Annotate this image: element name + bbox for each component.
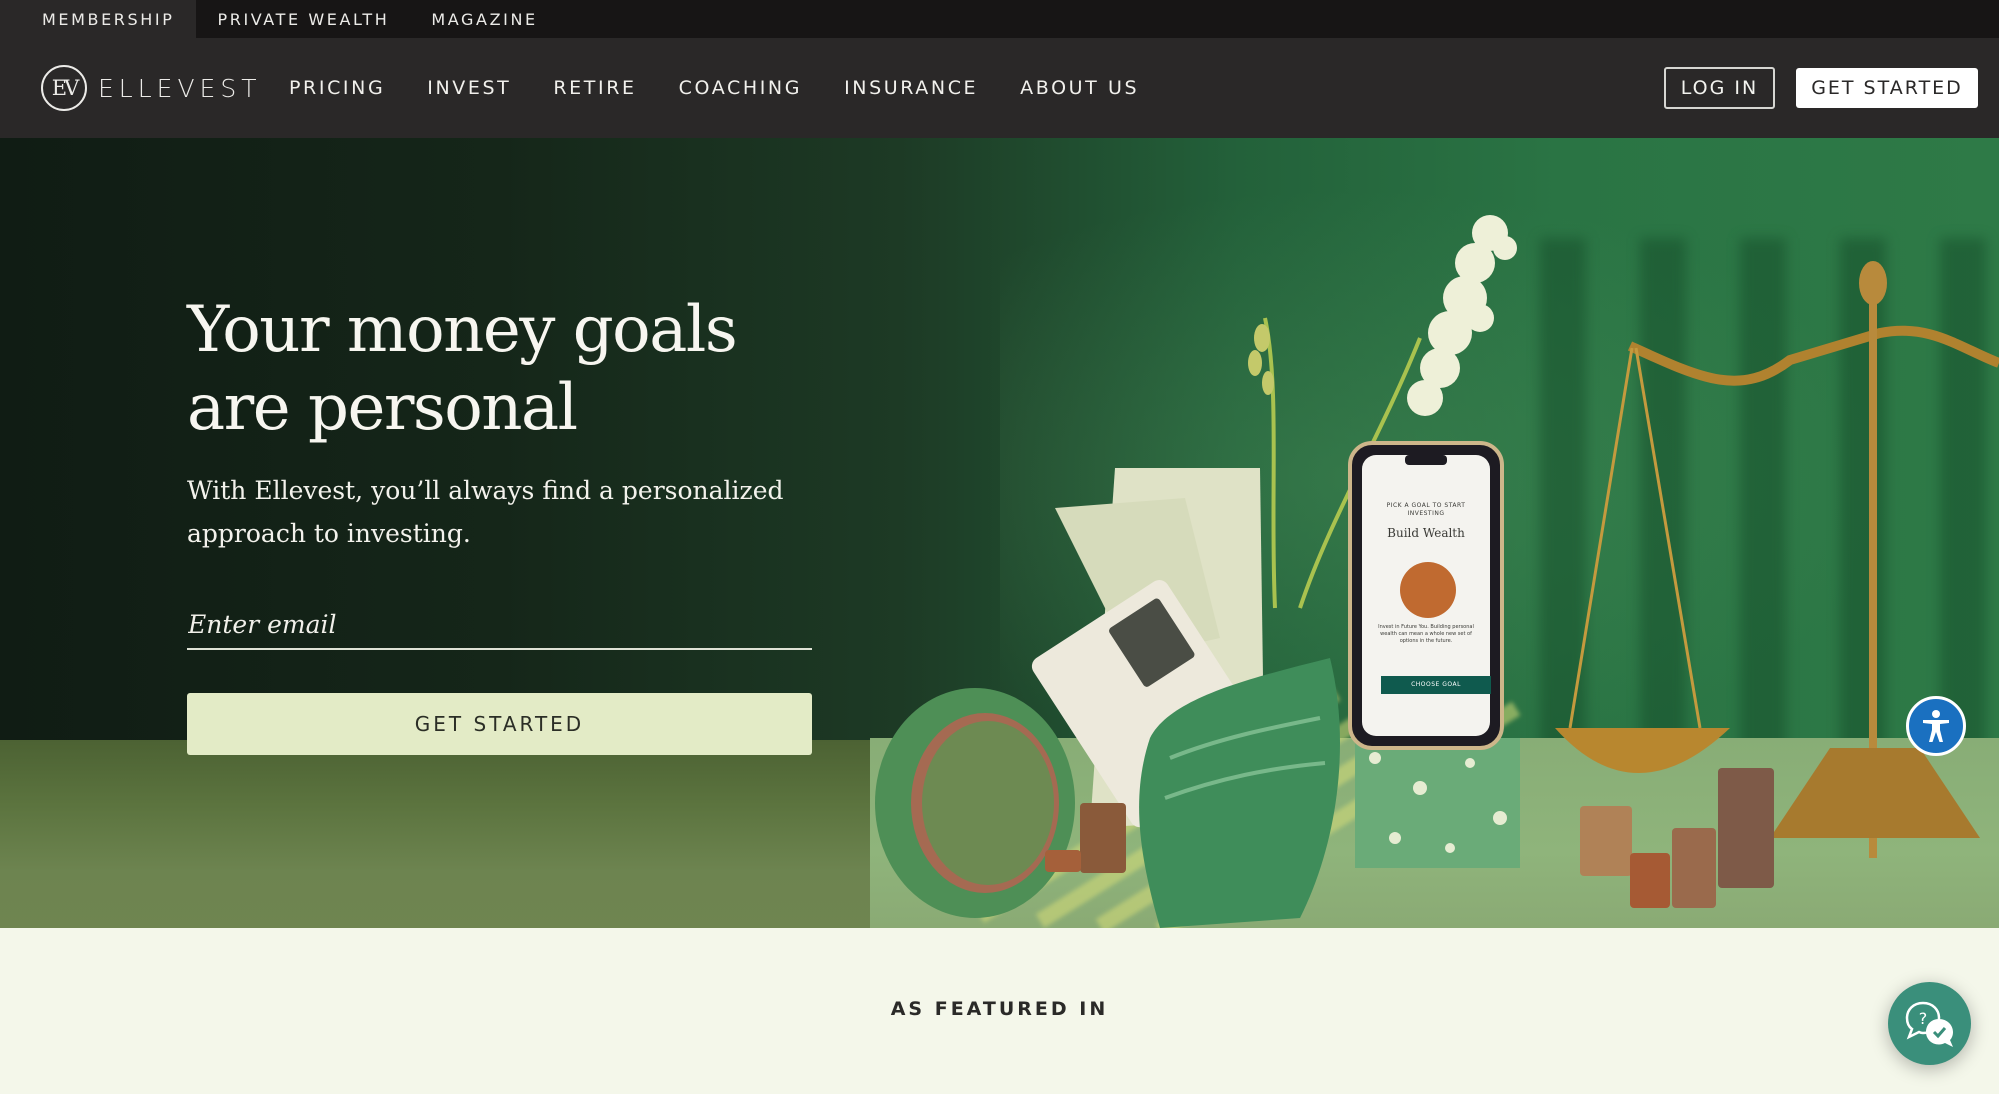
nav-link-pricing[interactable]: PRICING	[289, 77, 385, 99]
hero-title-line-1: Your money goals	[187, 293, 738, 367]
logo-wordmark: ELLEVEST	[98, 73, 262, 103]
hero-copy: Your money goals are personal With Ellev…	[187, 291, 827, 555]
scale-beam	[1627, 325, 1999, 386]
phone-body: Invest in Future You. Building personal …	[1378, 624, 1474, 644]
nav-link-insurance[interactable]: INSURANCE	[844, 77, 978, 99]
primary-nav-links: PRICING INVEST RETIRE COACHING INSURANCE…	[268, 38, 1160, 138]
main-nav: EV ELLEVEST PRICING INVEST RETIRE COACHI…	[0, 38, 1999, 138]
scale-base	[1770, 748, 1980, 838]
accessibility-icon	[1923, 710, 1949, 742]
svg-text:?: ?	[1918, 1009, 1927, 1028]
logo-mark-icon: EV	[41, 65, 87, 111]
scale-finial	[1859, 261, 1887, 305]
tape-roll-hole	[922, 721, 1054, 885]
nav-link-coaching[interactable]: COACHING	[679, 77, 802, 99]
featured-in-title: AS FEATURED IN	[890, 998, 1109, 1020]
phone-button-label: CHOOSE GOAL	[1411, 681, 1461, 688]
ellevest-logo[interactable]: EV ELLEVEST	[41, 65, 262, 111]
log-in-button[interactable]: LOG IN	[1664, 67, 1775, 109]
phone-goal-image	[1400, 562, 1456, 618]
white-flower-cluster	[1407, 215, 1517, 416]
hero-get-started-button[interactable]: GET STARTED	[187, 693, 812, 755]
utility-nav-membership[interactable]: MEMBERSHIP	[0, 0, 197, 38]
scale-pan	[1555, 728, 1730, 773]
hero-title-line-2: are personal	[187, 371, 578, 445]
utility-nav-magazine[interactable]: MAGAZINE	[410, 0, 558, 38]
nav-link-invest[interactable]: INVEST	[427, 77, 511, 99]
email-input[interactable]	[187, 600, 812, 650]
hero-section: PICK A GOAL TO START INVESTING Build Wea…	[0, 138, 1999, 928]
phone-eyebrow: PICK A GOAL TO START INVESTING	[1386, 502, 1466, 517]
utility-nav-private-wealth[interactable]: PRIVATE WEALTH	[196, 0, 410, 38]
flower-stem	[1263, 317, 1277, 609]
featured-in-section: AS FEATURED IN	[0, 928, 1999, 1094]
help-chat-icon: ?	[1905, 1001, 1953, 1047]
phone-notch	[1405, 455, 1447, 465]
nav-link-about-us[interactable]: ABOUT US	[1020, 77, 1139, 99]
phone-heading: Build Wealth	[1387, 526, 1465, 540]
hero-title: Your money goals are personal	[187, 291, 827, 447]
hero-subtitle: With Ellevest, you’ll always find a pers…	[187, 476, 784, 548]
help-chat-button[interactable]: ?	[1888, 982, 1971, 1065]
nav-link-retire[interactable]: RETIRE	[553, 77, 636, 99]
nav-get-started-button[interactable]: GET STARTED	[1796, 68, 1978, 108]
accessibility-button[interactable]	[1906, 696, 1966, 756]
utility-nav: MEMBERSHIP PRIVATE WEALTH MAGAZINE	[0, 0, 1999, 38]
